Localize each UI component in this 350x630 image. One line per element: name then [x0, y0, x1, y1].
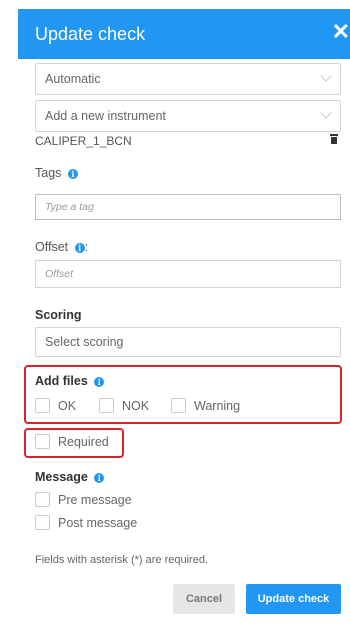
info-icon[interactable]: i	[67, 169, 78, 179]
instrument-select-placeholder: Add a new instrument	[45, 109, 166, 123]
update-check-button[interactable]: Update check	[246, 584, 341, 614]
add-files-warning-option[interactable]: Warning	[171, 398, 240, 413]
pre-message-checkbox[interactable]	[35, 492, 50, 507]
ok-checkbox[interactable]	[35, 398, 50, 413]
offset-label-colon: :	[84, 240, 89, 254]
info-icon[interactable]: i	[94, 377, 105, 387]
message-label: Message i	[35, 470, 105, 484]
add-files-label: Add files i	[35, 374, 105, 388]
chevron-down-icon	[320, 107, 332, 119]
nok-label: NOK	[122, 398, 150, 413]
required-label: Required	[58, 434, 109, 449]
cancel-button[interactable]: Cancel	[173, 584, 235, 614]
offset-label: Offset i:	[35, 240, 88, 254]
warning-label: Warning	[194, 398, 241, 413]
tags-input-placeholder: Type a tag	[45, 201, 94, 213]
post-message-label: Post message	[58, 515, 138, 530]
tags-label: Tags i	[35, 166, 78, 180]
instrument-item-label: CALIPER_1_BCN	[35, 134, 132, 148]
mode-select[interactable]: Automatic	[35, 63, 341, 95]
dialog-header: Update check ✕	[18, 9, 350, 59]
scoring-label: Scoring	[35, 308, 82, 322]
message-label-text: Message	[35, 470, 88, 484]
add-files-nok-option[interactable]: NOK	[99, 398, 149, 413]
tags-input[interactable]: Type a tag	[35, 194, 341, 220]
close-icon[interactable]: ✕	[332, 21, 350, 43]
post-message-option[interactable]: Post message	[35, 515, 137, 530]
trash-icon[interactable]	[330, 134, 338, 144]
ok-label: OK	[58, 398, 77, 413]
info-icon[interactable]: i	[74, 243, 85, 253]
required-option[interactable]: Required	[35, 434, 109, 449]
nok-checkbox[interactable]	[99, 398, 114, 413]
tags-label-text: Tags	[35, 166, 62, 180]
scoring-select[interactable]: Select scoring	[35, 327, 341, 357]
post-message-checkbox[interactable]	[35, 515, 50, 530]
instrument-select[interactable]: Add a new instrument	[35, 100, 341, 132]
offset-input-placeholder: Offset	[45, 268, 74, 280]
pre-message-label: Pre message	[58, 492, 132, 507]
warning-checkbox[interactable]	[171, 398, 186, 413]
chevron-down-icon	[320, 70, 332, 82]
add-files-ok-option[interactable]: OK	[35, 398, 76, 413]
info-icon[interactable]: i	[94, 473, 105, 483]
offset-input[interactable]: Offset	[35, 260, 341, 288]
required-checkbox[interactable]	[35, 434, 50, 449]
add-files-label-text: Add files	[35, 374, 88, 388]
mode-select-value: Automatic	[45, 72, 101, 86]
offset-label-text: Offset	[35, 240, 69, 254]
dialog-title: Update check	[35, 23, 146, 44]
scoring-select-placeholder: Select scoring	[45, 335, 124, 349]
pre-message-option[interactable]: Pre message	[35, 492, 132, 507]
required-fields-note: Fields with asterisk (*) are required.	[35, 554, 209, 566]
